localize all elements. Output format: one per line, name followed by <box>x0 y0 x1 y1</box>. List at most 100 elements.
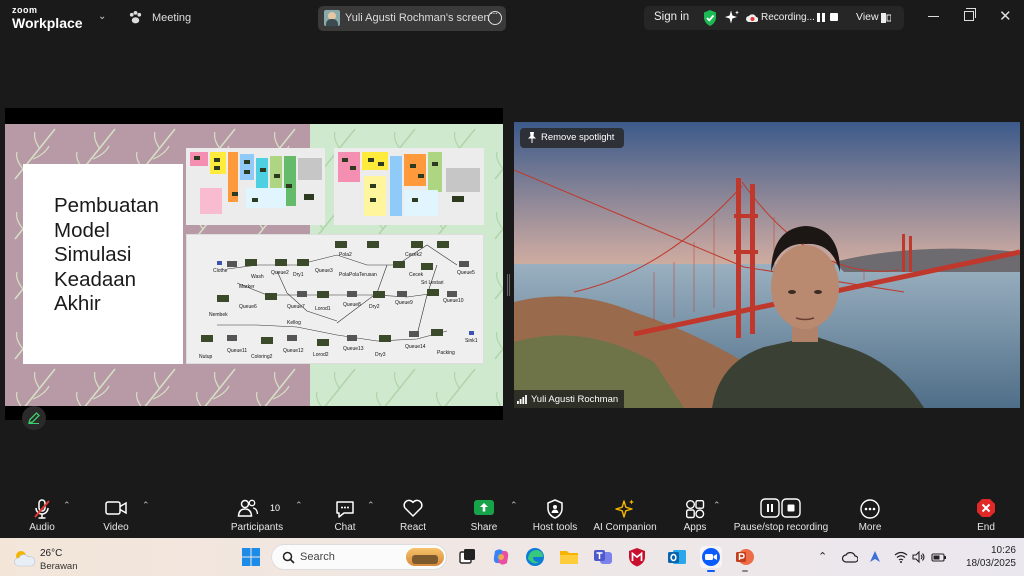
participants-button[interactable]: 10 Participants <box>226 492 288 538</box>
volume-icon[interactable] <box>912 551 926 563</box>
cloud-recording-icon <box>746 14 758 22</box>
model-label: Coloring2 <box>251 354 273 360</box>
pause-stop-icon <box>760 498 801 518</box>
mcafee-button[interactable] <box>626 546 648 568</box>
copilot-button[interactable] <box>490 546 512 568</box>
outlook-icon <box>668 550 686 564</box>
minimize-button[interactable] <box>928 16 939 18</box>
host-tools-button[interactable]: Host tools <box>528 492 582 538</box>
host-tools-label: Host tools <box>532 522 578 533</box>
model-label: Queue6 <box>239 304 257 310</box>
audio-options-caret[interactable]: ⌃ <box>63 500 71 511</box>
file-explorer-button[interactable] <box>558 546 580 568</box>
model-label: Lorod1 <box>315 306 331 312</box>
model-label: Queue13 <box>343 346 364 352</box>
search-placeholder: Search <box>300 551 335 563</box>
partly-cloudy-icon <box>14 551 36 567</box>
start-button[interactable] <box>240 546 262 568</box>
outlook-button[interactable] <box>666 546 688 568</box>
share-button[interactable]: Share <box>462 492 506 538</box>
model-label: Sri Lestari <box>421 280 444 286</box>
chevron-down-icon[interactable]: ⌄ <box>98 11 106 22</box>
paw-icon <box>129 10 142 24</box>
weather-widget[interactable]: 26°C Berawan <box>12 544 82 572</box>
model-label: Cecek2 <box>405 252 422 258</box>
zoom-app-button[interactable] <box>700 546 722 572</box>
model-label: Kellog <box>287 320 301 326</box>
more-label: More <box>858 522 882 533</box>
model-label: Dry3 <box>375 352 386 358</box>
video-camera-icon <box>105 501 127 515</box>
model-label: Queue8 <box>343 302 361 308</box>
sign-in-link[interactable]: Sign in <box>654 11 689 23</box>
windows-taskbar: 26°C Berawan Search ⌃ 10:26 18/03/2025 <box>0 538 1024 576</box>
video-scene <box>514 122 1020 408</box>
apps-icon <box>686 500 705 519</box>
mic-muted-icon <box>34 499 50 519</box>
cloud-icon[interactable] <box>842 551 858 563</box>
participant-name-tag: Yuli Agusti Rochman <box>514 390 624 408</box>
show-hidden-icons-chevron[interactable]: ⌃ <box>818 550 827 563</box>
audio-label: Audio <box>29 522 55 533</box>
location-icon[interactable] <box>868 550 882 564</box>
pause-stop-recording-button[interactable]: Pause/stop recording <box>730 492 832 538</box>
ai-sparkle-icon <box>615 499 634 518</box>
logo-small-text: zoom <box>12 5 38 15</box>
close-icon[interactable]: ✕ <box>999 7 1012 25</box>
status-pill: Sign in Recording... View <box>644 6 904 30</box>
apps-button[interactable]: Apps <box>674 492 716 538</box>
pin-icon <box>528 132 536 143</box>
end-meeting-button[interactable]: End <box>968 492 1004 538</box>
restore-button[interactable] <box>964 8 976 21</box>
windows-logo-icon <box>242 548 260 566</box>
participants-options-caret[interactable]: ⌃ <box>295 500 303 511</box>
powerpoint-icon <box>736 549 754 565</box>
edge-button[interactable] <box>524 546 546 568</box>
task-view-button[interactable] <box>456 546 478 568</box>
ai-sparkle-icon[interactable] <box>724 9 740 26</box>
teams-button[interactable] <box>592 546 614 568</box>
model-label: Clothe <box>213 268 228 274</box>
participant-name: Yuli Agusti Rochman <box>531 394 619 405</box>
stop-recording-button[interactable] <box>830 13 838 21</box>
shield-check-icon[interactable] <box>702 9 718 27</box>
apps-label: Apps <box>683 522 707 533</box>
clock[interactable]: 10:26 18/03/2025 <box>956 542 1016 572</box>
copilot-icon <box>493 549 509 565</box>
video-label: Video <box>103 522 129 533</box>
video-options-caret[interactable]: ⌃ <box>142 500 150 511</box>
pause-stop-label: Pause/stop recording <box>733 522 829 533</box>
slide-title-line: Pembuatan <box>54 194 159 217</box>
share-options-caret[interactable]: ⌃ <box>510 500 518 511</box>
slide-title-line: Simulasi <box>54 243 132 266</box>
view-layout-icon[interactable] <box>881 13 891 23</box>
view-menu[interactable]: View <box>856 11 879 23</box>
resize-handle[interactable] <box>507 274 510 296</box>
apps-options-caret[interactable]: ⌃ <box>713 500 721 511</box>
powerpoint-button[interactable] <box>734 546 756 572</box>
audio-button[interactable]: Audio <box>20 492 64 538</box>
taskbar-search[interactable]: Search <box>271 544 447 570</box>
mcafee-shield-icon <box>629 548 645 567</box>
model-label: Queue10 <box>443 298 464 304</box>
react-button[interactable]: React <box>392 492 434 538</box>
wifi-icon[interactable] <box>894 551 908 563</box>
chat-button[interactable]: Chat <box>324 492 366 538</box>
model-label: Queue5 <box>457 270 475 276</box>
model-label: Queue2 <box>271 270 289 276</box>
presenter-avatar <box>324 10 340 26</box>
participants-icon <box>237 499 259 517</box>
share-label: Share <box>470 522 498 533</box>
slide-title: Pembuatan Model Simulasi Keadaan Akhir <box>54 194 159 317</box>
model-label: Queue7 <box>287 304 305 310</box>
model-label: PolaPolaTerusan <box>339 272 377 278</box>
ai-companion-button[interactable]: AI Companion <box>592 492 658 538</box>
screen-share-pill[interactable]: Yuli Agusti Rochman's screen ··· <box>318 6 506 31</box>
video-button[interactable]: Video <box>94 492 138 538</box>
annotate-button[interactable] <box>22 406 46 430</box>
more-options-icon[interactable]: ··· <box>488 8 502 25</box>
chat-options-caret[interactable]: ⌃ <box>367 500 375 511</box>
remove-spotlight-button[interactable]: Remove spotlight <box>520 128 624 148</box>
more-button[interactable]: More <box>850 492 890 538</box>
battery-icon[interactable] <box>931 551 947 563</box>
